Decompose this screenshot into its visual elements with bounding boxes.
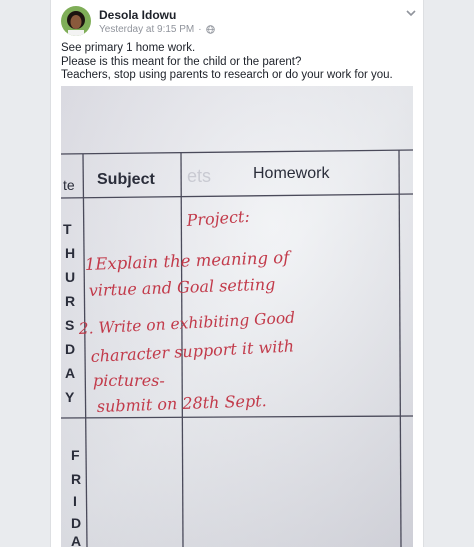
day-letter: F	[71, 447, 80, 463]
chevron-down-icon[interactable]	[405, 8, 417, 18]
header-subject: Subject	[97, 171, 155, 188]
post-meta: Yesterday at 9:15 PM ·	[99, 24, 215, 35]
homework-photo-drawing: te Subject ets Homework T H U R S D A Y …	[61, 86, 413, 547]
day-letter: A	[65, 365, 75, 381]
meta-separator: ·	[198, 24, 202, 35]
header-date-fragment: te	[63, 177, 75, 193]
handwritten-line: pictures-	[93, 371, 165, 390]
day-letter: R	[71, 471, 81, 487]
homework-photo[interactable]: te Subject ets Homework T H U R S D A Y …	[61, 86, 413, 547]
avatar[interactable]	[61, 6, 91, 36]
post-line: Teachers, stop using parents to research…	[61, 69, 393, 81]
post-text: See primary 1 home work. Please is this …	[61, 42, 411, 83]
globe-icon	[205, 25, 215, 34]
day-letter: S	[65, 317, 74, 333]
day-letter: Y	[65, 389, 75, 405]
post-author[interactable]: Desola Idowu	[99, 8, 176, 22]
post-card: Desola Idowu Yesterday at 9:15 PM · See …	[50, 0, 424, 547]
day-letter: T	[63, 221, 72, 237]
avatar-image	[61, 6, 91, 36]
day-letter: I	[73, 493, 77, 509]
post-line: Please is this meant for the child or th…	[61, 55, 302, 68]
faded-stamp-text: ets	[187, 166, 211, 186]
header-homework: Homework	[253, 165, 330, 182]
day-letter: R	[65, 293, 75, 309]
day-letter: U	[65, 269, 75, 285]
day-letter: D	[71, 515, 81, 531]
day-letter: D	[65, 341, 75, 357]
post-line: See primary 1 home work.	[61, 42, 196, 54]
post-timestamp[interactable]: Yesterday at 9:15 PM	[99, 24, 194, 35]
day-letter: A	[71, 533, 81, 547]
day-letter: H	[65, 245, 75, 261]
